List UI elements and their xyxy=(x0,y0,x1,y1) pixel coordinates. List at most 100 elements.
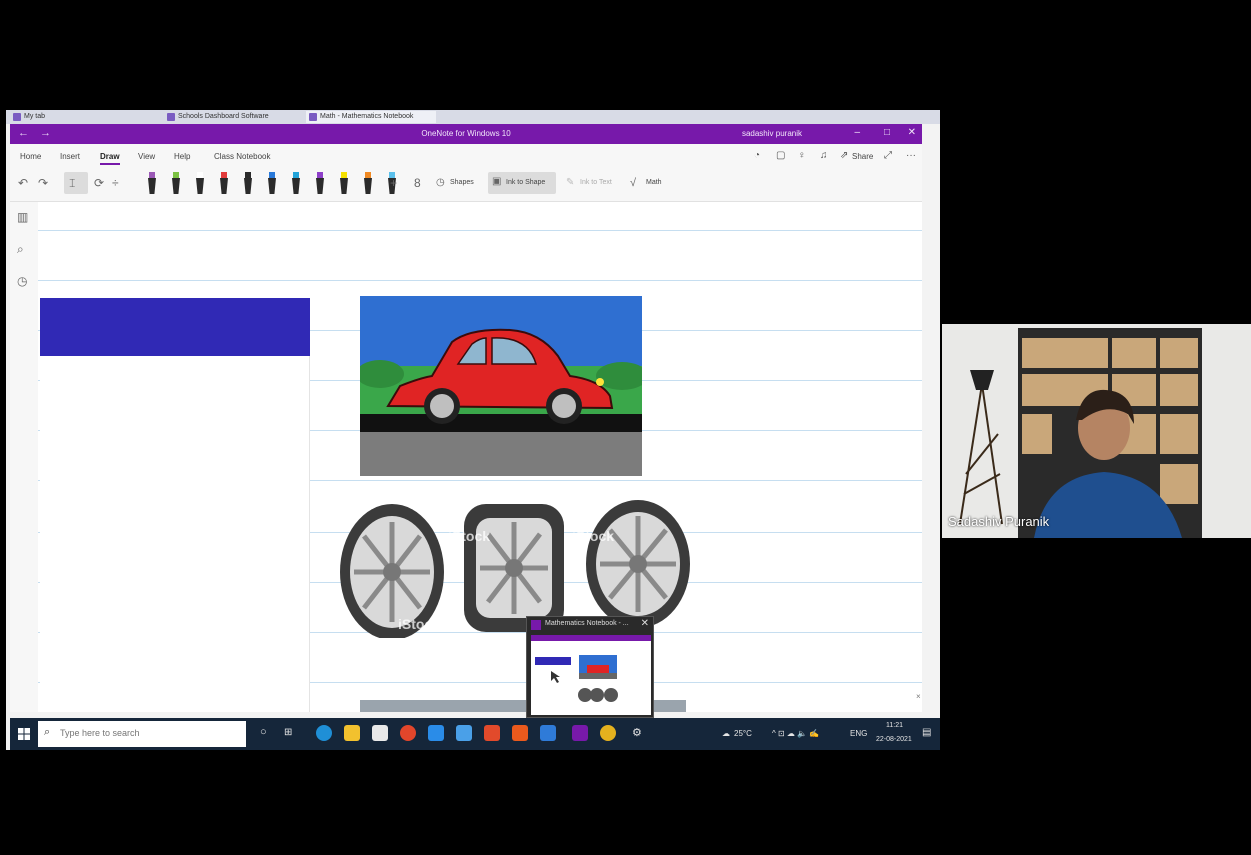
clock-time[interactable]: 11:21 xyxy=(886,722,903,729)
blue-rectangle-shape[interactable] xyxy=(40,298,310,356)
lasso-select-icon[interactable]: ⟳ xyxy=(94,176,104,190)
ink-to-text-button[interactable]: Ink to Text xyxy=(580,179,612,186)
lightbulb-icon[interactable]: ♀ xyxy=(798,150,806,161)
tab-class-notebook[interactable]: Class Notebook xyxy=(214,152,270,161)
meeting-stage: My tab Schools Dashboard Software Math -… xyxy=(0,0,1251,855)
close-button[interactable]: ✕ xyxy=(908,127,916,138)
taskbar-thumbnail-preview[interactable]: Mathematics Notebook - ... ✕ xyxy=(526,616,654,718)
add-space-icon[interactable]: ÷ xyxy=(112,176,119,190)
recent-icon[interactable]: ◷ xyxy=(17,274,27,288)
notifications-icon[interactable]: ▤ xyxy=(922,727,931,738)
edge-icon[interactable] xyxy=(316,725,332,741)
ink-to-text-icon: ✎ xyxy=(566,177,575,188)
pen-color-4[interactable] xyxy=(220,172,228,194)
onenote-icon[interactable] xyxy=(572,725,588,741)
browser-tab-strip: My tab Schools Dashboard Software Math -… xyxy=(6,110,940,124)
taskbar-search-box[interactable]: ⌕ xyxy=(38,721,246,747)
weather-icon: ☁ xyxy=(722,729,730,738)
tab-insert[interactable]: Insert xyxy=(60,152,80,161)
pen-color-2[interactable] xyxy=(172,172,180,194)
math-icon: √ xyxy=(630,177,637,189)
pen-color-10[interactable] xyxy=(364,172,372,194)
tab-help[interactable]: Help xyxy=(174,152,190,161)
cortana-icon[interactable]: ○ xyxy=(260,726,267,738)
math-button[interactable]: Math xyxy=(646,179,662,186)
bell-icon[interactable]: ♫ xyxy=(820,150,828,161)
browser-tab[interactable]: My tab xyxy=(10,111,120,123)
photos-icon[interactable] xyxy=(456,725,472,741)
windows-start-icon[interactable] xyxy=(18,728,30,740)
browser-tab-active[interactable]: Math - Mathematics Notebook xyxy=(306,111,436,123)
mail-icon[interactable] xyxy=(428,725,444,741)
redo-icon[interactable]: ↷ xyxy=(38,176,48,190)
expand-icon[interactable]: ⤢ xyxy=(884,150,892,161)
tab-view[interactable]: View xyxy=(138,152,155,161)
windows-taskbar: ⌕ ○ ⊞ ⚙ ☁ 25°C ^ ⊡ ☁ 🔈 ✍ ENG 11:21 22-08… xyxy=(10,718,940,750)
pen-tip xyxy=(365,172,371,178)
pen-body xyxy=(268,178,276,194)
ink-to-shape-button[interactable]: ▣ Ink to Shape xyxy=(488,172,556,194)
note-canvas[interactable]: iStock iStock iStock xyxy=(38,202,922,712)
browser-tab[interactable]: Schools Dashboard Software xyxy=(164,111,294,123)
add-pen-icon[interactable]: + xyxy=(390,176,397,190)
undo-icon[interactable]: ↶ xyxy=(18,176,28,190)
share-icon[interactable]: ⇗ xyxy=(840,150,848,161)
office-alt-icon[interactable] xyxy=(512,725,528,741)
pen-color-5[interactable] xyxy=(244,172,252,194)
white-panel xyxy=(40,356,310,712)
pen-body xyxy=(196,178,204,194)
notebooks-icon[interactable]: ▥ xyxy=(17,210,28,224)
ribbon-tabs: Home Insert Draw View Help Class Noteboo… xyxy=(10,144,922,166)
stock-watermark: iStock xyxy=(448,528,491,544)
thumbnail-close-button[interactable]: ✕ xyxy=(641,618,649,629)
immersive-reader-icon[interactable]: ▢ xyxy=(776,150,785,161)
share-button[interactable]: Share xyxy=(852,152,873,161)
pen-tip xyxy=(173,172,179,178)
pen-color-1[interactable] xyxy=(148,172,156,194)
settings-gear-icon[interactable]: ⚙ xyxy=(632,726,642,739)
shapes-button[interactable]: Shapes xyxy=(450,179,474,186)
signed-in-user[interactable]: sadashiv puranik xyxy=(742,129,802,138)
pen-body xyxy=(172,178,180,194)
search-icon[interactable]: ⌕ xyxy=(17,242,24,257)
system-tray-icons[interactable]: ^ ⊡ ☁ 🔈 ✍ xyxy=(772,729,819,738)
ink-to-shape-icon: ▣ xyxy=(492,176,502,187)
thumbnail-window-preview[interactable] xyxy=(531,635,651,715)
car-drawing-image[interactable] xyxy=(360,296,642,476)
pen-color-6[interactable] xyxy=(268,172,276,194)
onenote-titlebar: ← → OneNote for Windows 10 sadashiv pura… xyxy=(10,124,922,144)
clock-date[interactable]: 22-08-2021 xyxy=(876,736,912,743)
pen-color-3[interactable] xyxy=(196,172,204,194)
pen-body xyxy=(292,178,300,194)
sync-icon[interactable]: ◔ xyxy=(754,150,760,161)
participant-video-tile[interactable]: Sadashiv Puranik xyxy=(942,324,1251,538)
pen-tip xyxy=(197,172,203,178)
maximize-button[interactable]: □ xyxy=(884,127,890,138)
pen-body xyxy=(244,178,252,194)
onenote-icon xyxy=(531,620,541,630)
ink-to-shape-label: Ink to Shape xyxy=(506,179,546,186)
pen-body xyxy=(364,178,372,194)
file-explorer-icon[interactable] xyxy=(344,725,360,741)
more-options-icon[interactable]: ··· xyxy=(906,150,916,161)
panel-close-icon[interactable]: × xyxy=(916,692,921,701)
office-icon[interactable] xyxy=(484,725,500,741)
task-view-icon[interactable]: ⊞ xyxy=(284,727,292,738)
todo-icon[interactable] xyxy=(540,725,556,741)
taskbar-search-input[interactable] xyxy=(60,728,240,738)
weather-temperature[interactable]: 25°C xyxy=(734,729,752,738)
minimize-button[interactable]: – xyxy=(854,127,860,138)
chrome-icon[interactable] xyxy=(600,725,616,741)
shared-screen: My tab Schools Dashboard Software Math -… xyxy=(6,110,940,750)
ruler-icon[interactable]: 8 xyxy=(414,176,421,190)
tab-draw[interactable]: Draw xyxy=(100,152,120,165)
pen-color-9[interactable] xyxy=(340,172,348,194)
opera-icon[interactable] xyxy=(400,725,416,741)
pen-tip xyxy=(293,172,299,178)
input-language[interactable]: ENG xyxy=(850,729,867,738)
pen-color-8[interactable] xyxy=(316,172,324,194)
store-icon[interactable] xyxy=(372,725,388,741)
pen-color-7[interactable] xyxy=(292,172,300,194)
type-select-tool[interactable]: 𝙸 xyxy=(64,172,88,194)
tab-home[interactable]: Home xyxy=(20,152,41,161)
